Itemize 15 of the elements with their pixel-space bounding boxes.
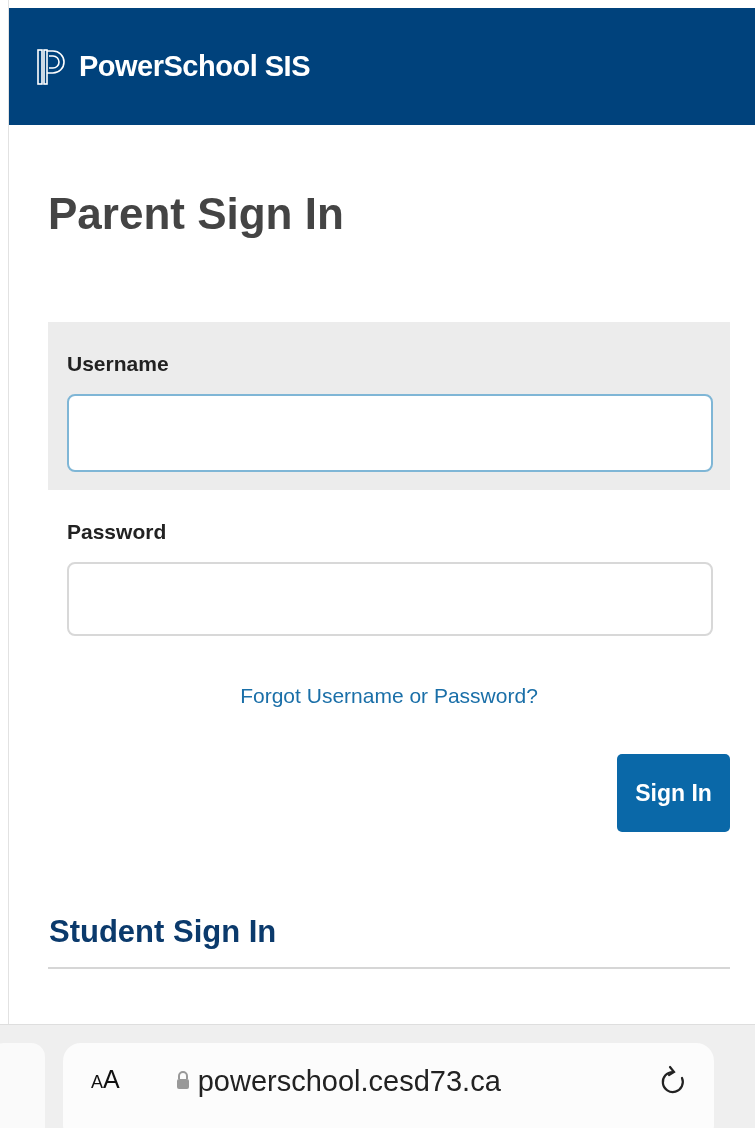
sign-in-button[interactable]: Sign In bbox=[617, 754, 730, 832]
app-title: PowerSchool SIS bbox=[79, 50, 310, 83]
input-field[interactable] bbox=[67, 394, 713, 472]
input-field[interactable] bbox=[67, 562, 713, 636]
logo-icon bbox=[37, 48, 67, 85]
page-title: Parent Sign In bbox=[48, 188, 345, 240]
field-label: Username bbox=[67, 352, 170, 376]
reload-icon[interactable] bbox=[660, 1065, 686, 1095]
field-label: Password bbox=[67, 520, 168, 544]
address-bar[interactable]: AA powerschool.cesd73.ca bbox=[63, 1043, 714, 1128]
forgot-link[interactable]: Forgot Username or Password? bbox=[240, 684, 538, 708]
section-heading: Student Sign In bbox=[48, 914, 730, 969]
url-text: powerschool.cesd73.ca bbox=[197, 1065, 501, 1098]
lock-icon bbox=[175, 1071, 190, 1089]
text-size-button[interactable]: AA bbox=[91, 1065, 120, 1094]
